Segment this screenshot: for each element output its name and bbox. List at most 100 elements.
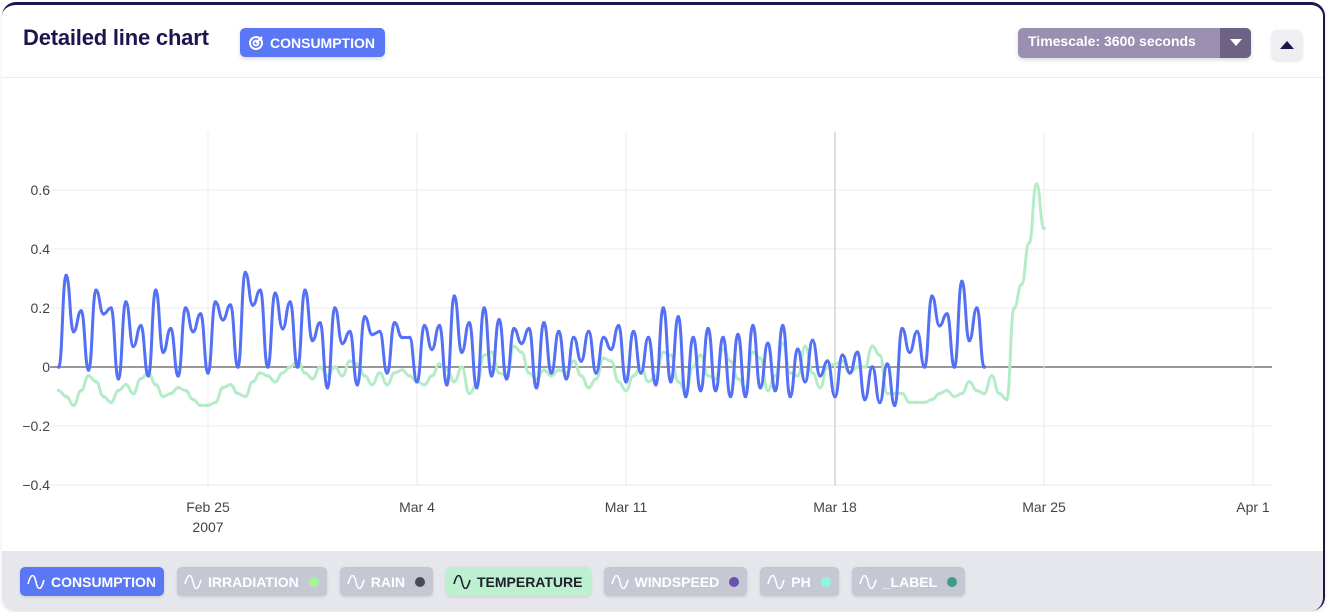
data-point-temperature [280,371,285,375]
legend-item-temperature[interactable]: TEMPERATURE [445,567,591,596]
data-point-consumption [310,338,315,343]
data-point-temperature [1034,182,1039,186]
data-point-temperature [788,371,793,375]
data-point-consumption [415,379,419,384]
data-point-temperature [907,400,912,405]
data-point-temperature [109,400,113,405]
data-point-consumption [183,306,188,310]
legend-label: IRRADIATION [208,573,299,590]
data-point-consumption [930,294,934,299]
data-point-consumption [975,306,979,310]
data-point-temperature [519,350,524,355]
data-point-consumption [79,309,83,313]
data-point-consumption [474,385,479,390]
data-point-temperature [116,388,121,393]
consumption-badge[interactable]: CONSUMPTION [240,28,385,57]
data-point-consumption [161,350,166,355]
data-point-consumption [422,323,427,328]
data-point-consumption [146,374,151,378]
data-point-consumption [713,388,718,393]
data-point-consumption [654,382,658,387]
data-point-temperature [288,365,292,369]
legend-item-windspeed[interactable]: WINDSPEED [603,567,748,596]
data-point-temperature [736,377,740,381]
data-point-temperature [982,391,987,396]
legend-label: CONSUMPTION [51,573,156,590]
data-point-temperature [273,379,277,384]
legend-item-consumption[interactable]: CONSUMPTION [20,567,164,596]
legend-label: _LABEL [882,573,938,590]
x-tick-label: Mar 11 [605,499,648,515]
data-point-consumption [153,288,158,293]
data-point-consumption [303,288,307,293]
data-point-consumption [94,288,98,293]
data-point-consumption [922,365,927,369]
data-point-consumption [109,306,113,310]
data-point-temperature [183,388,188,393]
data-point-temperature [303,371,307,375]
data-point-temperature [131,391,136,396]
data-point-consumption [176,374,180,378]
legend-item-ph[interactable]: PH [760,567,839,596]
data-point-consumption [661,306,666,310]
data-point-temperature [198,403,203,408]
legend-item-label[interactable]: _LABEL [851,567,966,596]
timescale-label: Timescale: 3600 seconds [1028,33,1196,49]
legend-item-irradiation[interactable]: IRRADIATION [177,567,327,596]
x-tick-label: Mar 4 [399,499,435,515]
data-point-temperature [437,362,442,366]
data-point-temperature [362,374,367,378]
chevron-down-icon[interactable] [1220,28,1251,58]
data-point-consumption [616,323,621,328]
data-point-consumption [624,379,628,384]
data-point-consumption [788,394,793,399]
data-point-temperature [333,365,337,369]
collapse-button[interactable] [1272,30,1302,60]
data-point-consumption [937,323,942,328]
data-point-consumption [340,341,345,346]
data-point-temperature [71,403,76,408]
data-point-temperature [594,377,598,381]
data-point-consumption [139,323,143,328]
line-chart[interactable]: −0.4 −0.2 0 0.2 0.4 0.6 Feb 25 2007 Mar 4 Mar 11 M… [2,5,1323,551]
x-tick-label: Apr 1 [1236,499,1270,515]
data-point-temperature [616,379,621,384]
data-point-temperature [497,371,501,375]
data-point-temperature [855,365,860,369]
data-point-consumption [459,350,464,355]
data-point-temperature [885,391,890,396]
data-point-consumption [594,371,598,375]
data-point-temperature [691,365,695,369]
data-point-temperature [1027,241,1031,245]
data-point-temperature [542,368,546,372]
data-point-temperature [482,353,486,358]
data-point-temperature [833,362,837,366]
caret-up-icon [1280,41,1294,49]
data-point-temperature [340,374,345,378]
data-point-consumption [780,323,785,328]
legend-item-rain[interactable]: RAIN [339,567,433,596]
data-point-temperature [706,374,710,378]
data-point-consumption [191,329,195,334]
data-point-temperature [139,377,143,381]
data-point-consumption [124,300,128,304]
data-point-consumption [221,318,225,322]
timescale-dropdown[interactable]: Timescale: 3600 seconds [1018,28,1251,58]
data-point-temperature [124,382,128,387]
series-line-consumption [57,271,986,407]
data-point-temperature [79,388,83,393]
legend-label: WINDSPEED [634,573,720,590]
data-point-temperature [527,371,531,375]
data-point-consumption [833,394,837,399]
data-point-consumption [549,371,554,375]
data-point-temperature [64,394,68,399]
data-point-temperature [930,397,934,402]
legend-label: TEMPERATURE [476,573,583,590]
data-point-temperature [228,382,233,387]
data-point-consumption [982,365,987,369]
data-point-consumption [295,365,300,369]
data-point-consumption [706,326,710,331]
data-point-consumption [751,323,755,328]
series-color-dot [947,576,958,587]
legend-label: RAIN [370,573,405,590]
